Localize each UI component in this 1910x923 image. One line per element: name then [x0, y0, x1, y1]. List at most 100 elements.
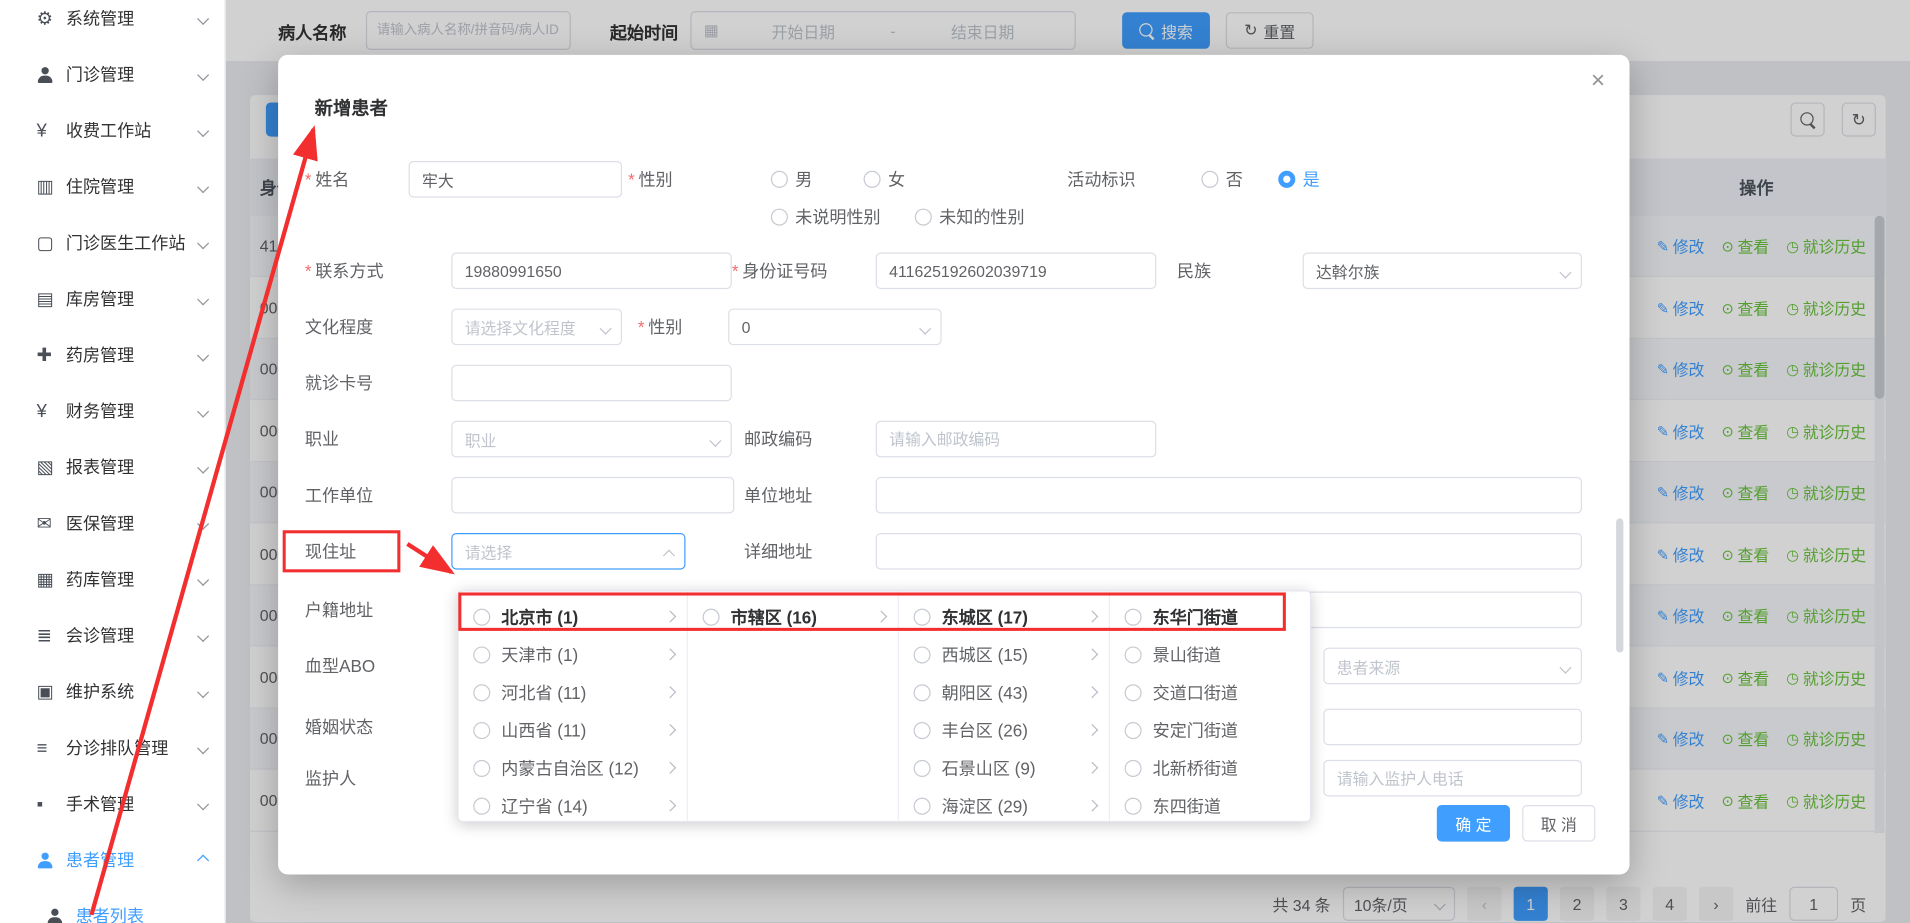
sidebar-item-label: 维护系统 [66, 679, 199, 703]
sidebar-item-inpatient-mgmt[interactable]: ▥住院管理 [0, 159, 224, 215]
cascader-option-chaoyang[interactable]: 朝阳区 (43) [899, 673, 1109, 711]
radio-gender-unknown[interactable] [915, 209, 932, 226]
cascader-option-jingshan[interactable]: 景山街道 [1110, 635, 1310, 673]
id-number-input[interactable] [876, 252, 1157, 289]
education-select[interactable]: 请选择文化程度 [451, 309, 622, 346]
cascader-option-shixiaqu[interactable]: 市辖区 (16) [688, 598, 898, 636]
radio-icon[interactable] [914, 797, 931, 814]
sidebar-item-warehouse-mgmt[interactable]: ▤库房管理 [0, 271, 224, 327]
contact-input[interactable] [451, 252, 732, 289]
sidebar-item-patient-mgmt[interactable]: 患者管理 [0, 832, 224, 888]
radio-icon[interactable] [914, 646, 931, 663]
detail-address-input[interactable] [876, 533, 1582, 570]
radio-icon[interactable] [703, 608, 720, 625]
sidebar-item-maintenance[interactable]: ▣维护系统 [0, 664, 224, 720]
radio-icon[interactable] [473, 797, 490, 814]
cascader-option-fengtai[interactable]: 丰台区 (26) [899, 711, 1109, 749]
finance-icon: ¥ [37, 401, 66, 422]
confirm-button[interactable]: 确 定 [1437, 805, 1510, 842]
radio-icon[interactable] [473, 608, 490, 625]
sidebar-item-finance-mgmt[interactable]: ¥财务管理 [0, 383, 224, 439]
cascader-option-beixinqiao[interactable]: 北新桥街道 [1110, 749, 1310, 787]
chevron-right-icon [664, 762, 676, 774]
chevron-down-icon [600, 323, 612, 335]
work-unit-input[interactable] [451, 477, 734, 514]
cascader-option-haidian[interactable]: 海淀区 (29) [899, 787, 1109, 821]
radio-male[interactable] [771, 171, 788, 188]
current-address-cascader[interactable]: 请选择 [451, 533, 685, 570]
patient-source-select[interactable]: 患者来源 [1323, 648, 1582, 685]
radio-icon[interactable] [914, 608, 931, 625]
cascader-option-dongcheng[interactable]: 东城区 (17) [899, 598, 1109, 636]
dialog-scrollbar-thumb[interactable] [1616, 518, 1623, 652]
nation-select[interactable]: 达斡尔族 [1303, 252, 1582, 289]
radio-icon[interactable] [1125, 646, 1142, 663]
chevron-right-icon [1086, 648, 1098, 660]
radio-icon[interactable] [914, 684, 931, 701]
sidebar-item-drug-store-mgmt[interactable]: ▦药库管理 [0, 551, 224, 607]
cascader-province-column: 北京市 (1) 天津市 (1) 河北省 (11) 山西省 (11) 内蒙古自治区… [459, 592, 688, 821]
guardian-phone-input[interactable] [1323, 760, 1582, 797]
chevron-right-icon [664, 800, 676, 812]
radio-icon[interactable] [1125, 684, 1142, 701]
radio-female[interactable] [864, 171, 881, 188]
cascader-option-liaoning[interactable]: 辽宁省 (14) [459, 787, 687, 821]
chevron-down-icon [197, 686, 209, 698]
radio-active-no[interactable] [1201, 171, 1218, 188]
unit-address-field-label: 单位地址 [744, 485, 812, 505]
radio-active-yes[interactable] [1278, 171, 1295, 188]
cascader-option-jiaodaokou[interactable]: 交道口街道 [1110, 673, 1310, 711]
sidebar-item-fee-station[interactable]: ¥收费工作站 [0, 102, 224, 158]
card-no-input[interactable] [451, 365, 732, 402]
radio-gender-unknown-label[interactable]: 未知的性别 [939, 207, 1024, 227]
cascader-option-shijingshan[interactable]: 石景山区 (9) [899, 749, 1109, 787]
occupation-select[interactable]: 职业 [451, 421, 732, 458]
cascader-option-hebei[interactable]: 河北省 (11) [459, 673, 687, 711]
radio-icon[interactable] [473, 684, 490, 701]
cancel-button[interactable]: 取 消 [1522, 805, 1595, 842]
radio-gender-unstated[interactable] [771, 209, 788, 226]
cascader-option-beijing[interactable]: 北京市 (1) [459, 598, 687, 636]
sidebar-item-consultation-mgmt[interactable]: ≣会诊管理 [0, 607, 224, 663]
radio-icon[interactable] [914, 721, 931, 738]
cascader-option-shanxi[interactable]: 山西省 (11) [459, 711, 687, 749]
radio-icon[interactable] [1125, 759, 1142, 776]
radio-icon[interactable] [1125, 797, 1142, 814]
radio-icon[interactable] [1125, 608, 1142, 625]
radio-icon[interactable] [473, 759, 490, 776]
radio-gender-unstated-label[interactable]: 未说明性别 [795, 207, 880, 227]
gender-code-select[interactable]: 0 [728, 309, 941, 346]
radio-active-no-label[interactable]: 否 [1226, 170, 1243, 190]
radio-active-yes-label[interactable]: 是 [1303, 170, 1320, 190]
chevron-up-icon [663, 550, 675, 562]
close-icon[interactable]: × [1591, 68, 1605, 92]
radio-female-label[interactable]: 女 [888, 170, 905, 190]
cascader-option-neimenggu[interactable]: 内蒙古自治区 (12) [459, 749, 687, 787]
cascader-option-donghuamen[interactable]: 东华门街道 [1110, 598, 1310, 636]
marital-right-input[interactable] [1323, 709, 1582, 746]
postcode-input[interactable] [876, 421, 1157, 458]
current-address-field-label: 现住址 [305, 542, 356, 562]
radio-male-label[interactable]: 男 [795, 170, 812, 190]
sidebar-item-system-mgmt[interactable]: ⚙系统管理 [0, 0, 224, 46]
radio-icon[interactable] [914, 759, 931, 776]
sidebar-item-report-mgmt[interactable]: ▧报表管理 [0, 439, 224, 495]
chevron-down-icon [197, 349, 209, 361]
name-input[interactable] [409, 161, 622, 198]
sidebar-item-doctor-workstation[interactable]: ▢门诊医生工作站 [0, 215, 224, 271]
radio-icon[interactable] [473, 646, 490, 663]
sidebar-item-patient-list[interactable]: 患者列表 [0, 888, 224, 923]
chevron-down-icon [197, 293, 209, 305]
sidebar-item-surgery-mgmt[interactable]: ▪手术管理 [0, 776, 224, 832]
sidebar-item-pharmacy-mgmt[interactable]: ✚药房管理 [0, 327, 224, 383]
sidebar-item-insurance-mgmt[interactable]: ✉医保管理 [0, 495, 224, 551]
sidebar-item-outpatient-mgmt[interactable]: 门诊管理 [0, 46, 224, 102]
cascader-option-xicheng[interactable]: 西城区 (15) [899, 635, 1109, 673]
sidebar-item-triage-queue[interactable]: ≡分诊排队管理 [0, 720, 224, 776]
radio-icon[interactable] [1125, 721, 1142, 738]
unit-address-input[interactable] [876, 477, 1582, 514]
cascader-option-tianjin[interactable]: 天津市 (1) [459, 635, 687, 673]
cascader-option-andingmen[interactable]: 安定门街道 [1110, 711, 1310, 749]
radio-icon[interactable] [473, 721, 490, 738]
cascader-option-dongsi[interactable]: 东四街道 [1110, 787, 1310, 821]
